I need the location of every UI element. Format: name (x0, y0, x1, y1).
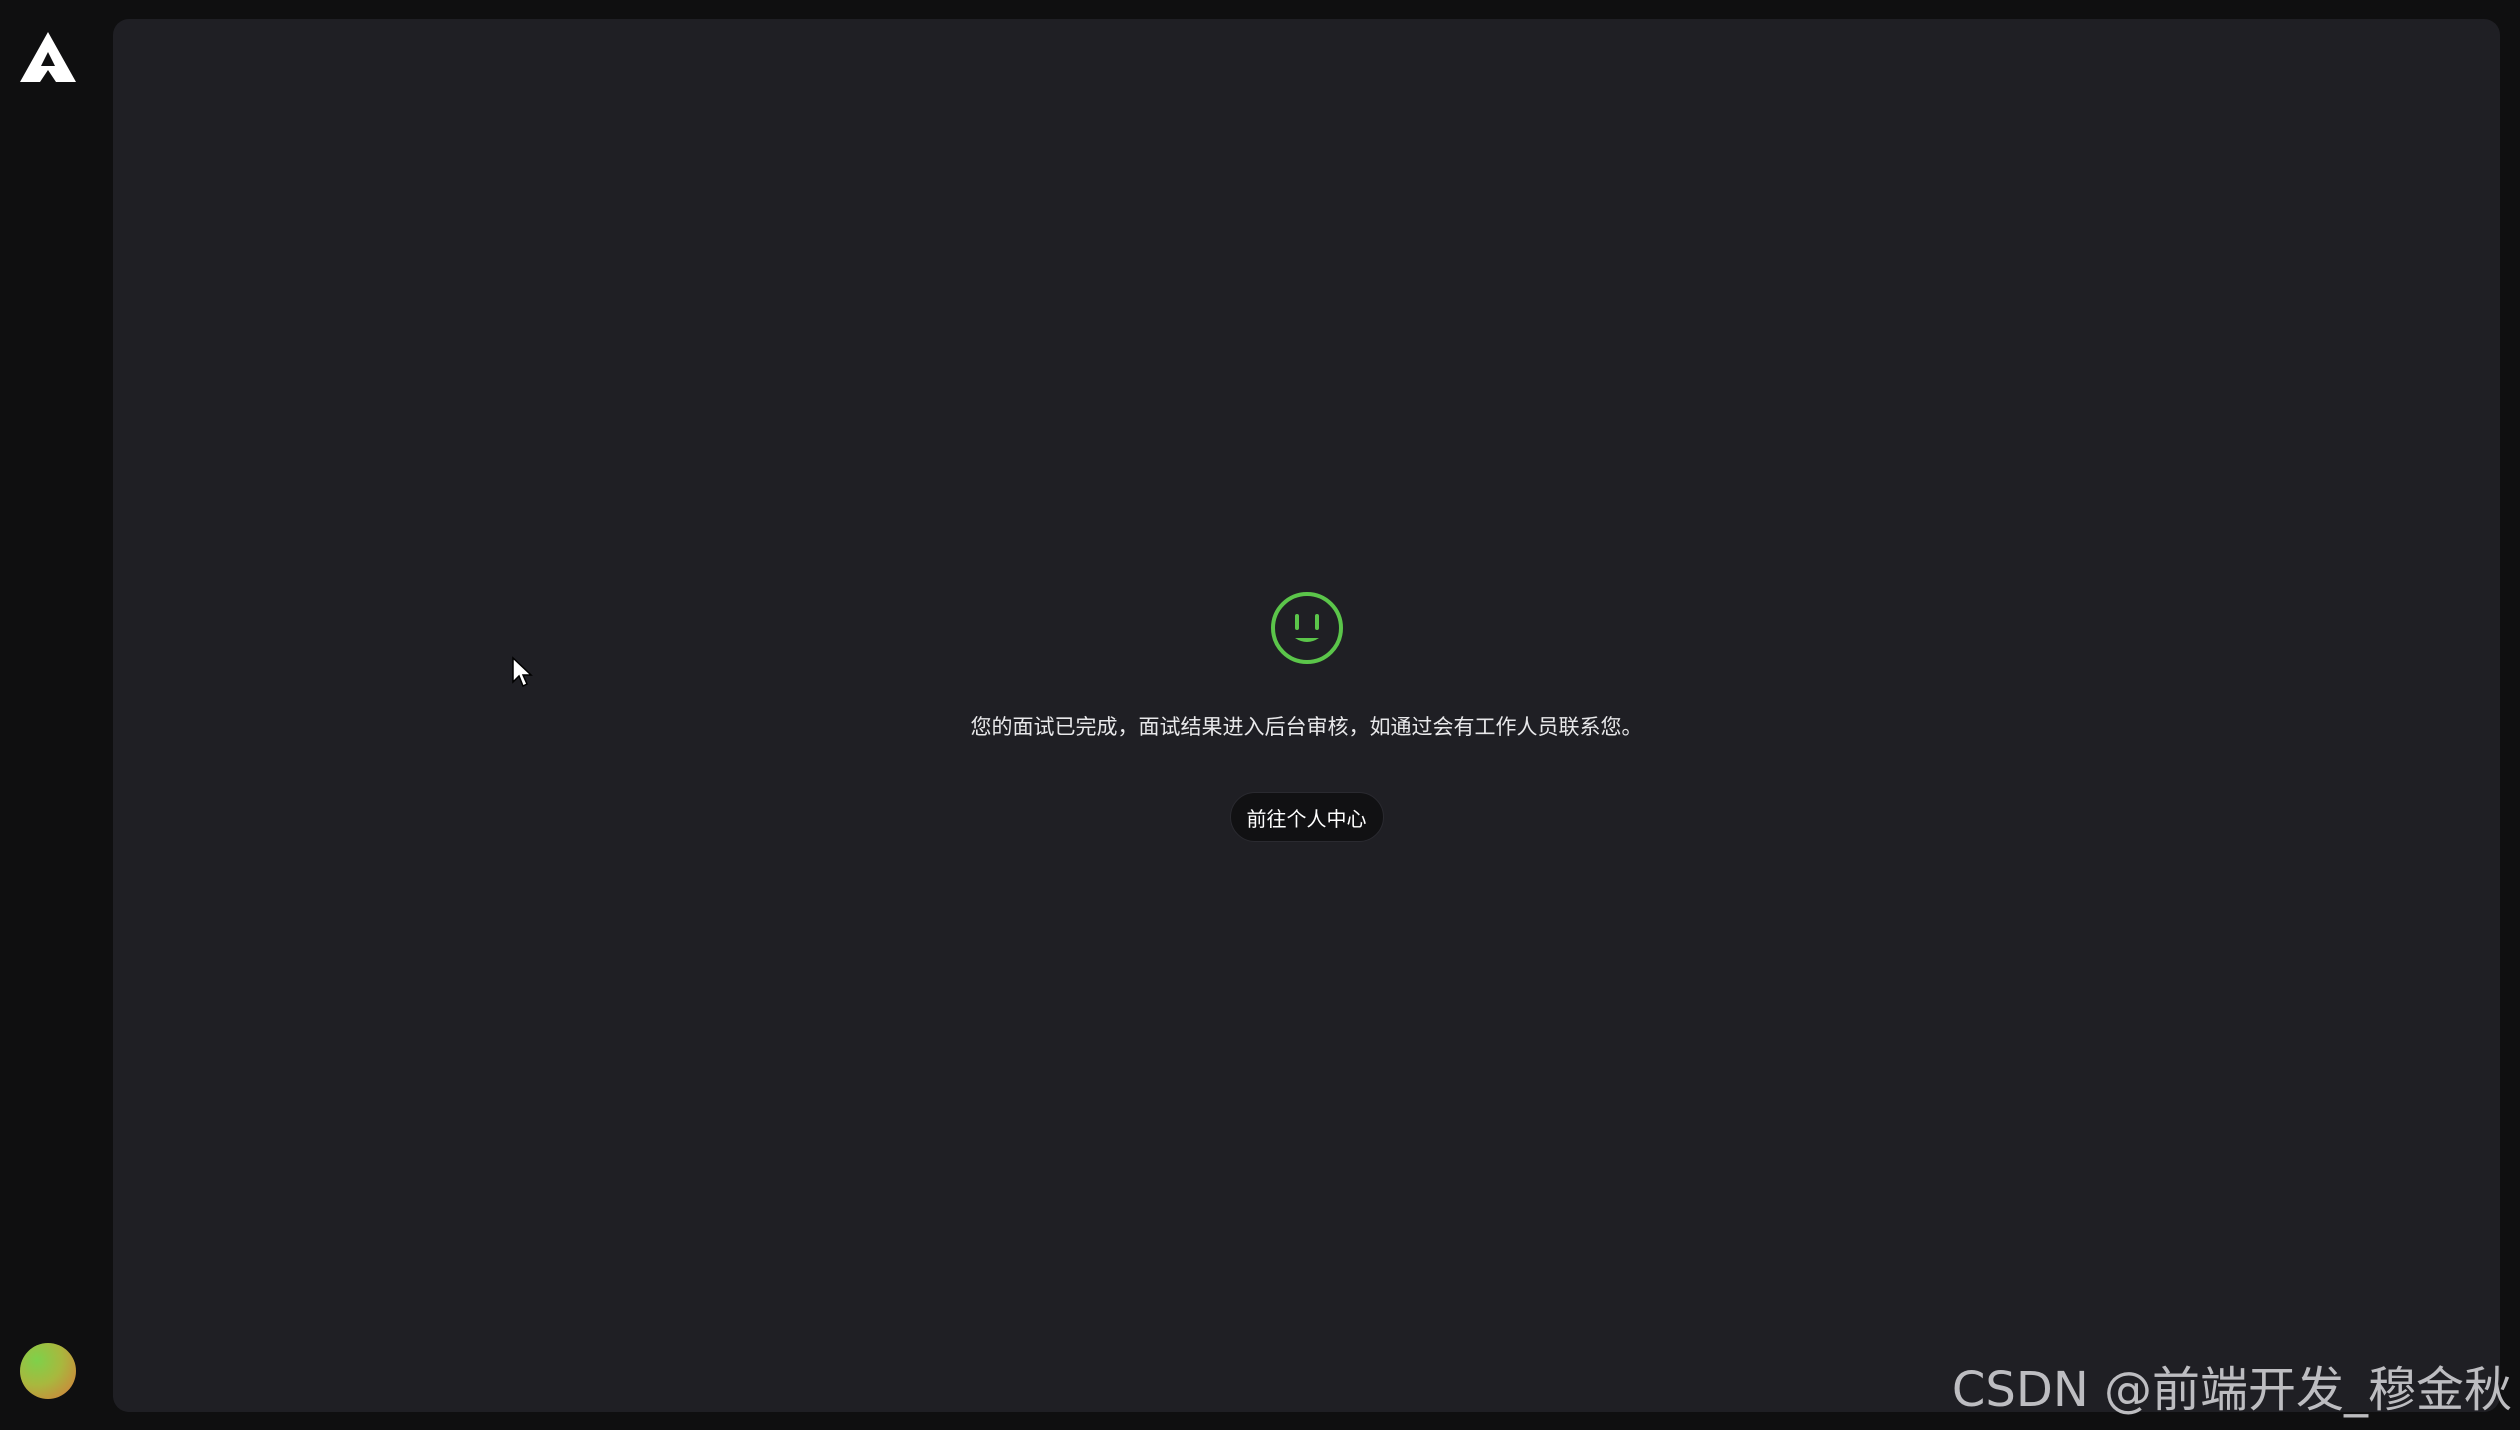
app-window: 您的面试已完成，面试结果进入后台审核，如通过会有工作人员联系您。 前往个人中心 … (0, 0, 2520, 1430)
mouse-cursor-icon (512, 656, 533, 688)
smile-icon (1270, 592, 1343, 664)
user-avatar[interactable] (20, 1343, 76, 1399)
result-message: 您的面试已完成，面试结果进入后台审核，如通过会有工作人员联系您。 (970, 715, 1643, 739)
go-personal-center-button[interactable]: 前往个人中心 (1229, 792, 1384, 842)
main-panel: 您的面试已完成，面试结果进入后台审核，如通过会有工作人员联系您。 前往个人中心 (113, 19, 2500, 1412)
watermark: CSDN @前端开发_穆金秋 (1951, 1362, 2512, 1418)
sidebar (0, 0, 113, 1430)
brand-logo-icon[interactable] (18, 30, 78, 86)
interview-result: 您的面试已完成，面试结果进入后台审核，如通过会有工作人员联系您。 前往个人中心 (113, 590, 2500, 842)
